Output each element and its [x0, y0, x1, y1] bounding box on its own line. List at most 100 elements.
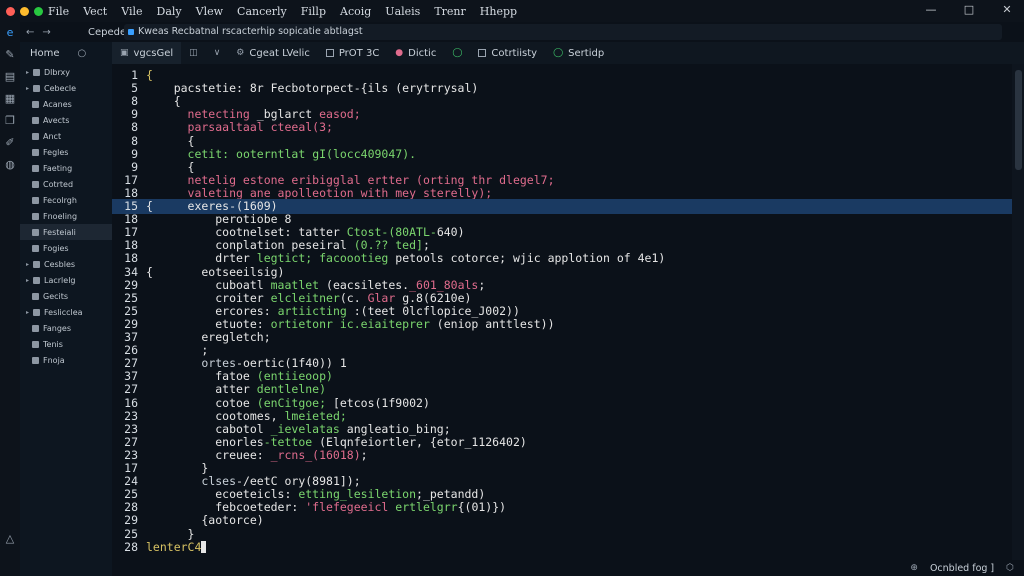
tree-item[interactable]: Faeting [20, 160, 112, 176]
editor-tab[interactable]: ▣ vgcsGel [112, 42, 182, 64]
code-token: croiter [146, 290, 271, 305]
square-icon [478, 49, 487, 57]
code-token: ooterntlat [236, 146, 306, 161]
folder-icon [33, 308, 40, 316]
menu-item-vect[interactable]: Vect [83, 5, 107, 18]
editor-tab[interactable]: Cotrtiisty [470, 42, 545, 64]
menu-item-hhepp[interactable]: Hhepp [480, 5, 517, 18]
tree-item[interactable]: Fnoja [20, 352, 112, 368]
tree-item[interactable]: Fegles [20, 144, 112, 160]
minimize-window-button[interactable] [20, 6, 29, 16]
menu-item-daly[interactable]: Daly [157, 5, 182, 18]
triangle-icon[interactable]: △ [3, 532, 17, 546]
file-icon [32, 244, 39, 252]
code-token: cootnelset: tatter [146, 225, 347, 240]
tree-item[interactable]: Festeiali [20, 224, 112, 240]
file-icon [32, 116, 39, 124]
close-window-button[interactable] [6, 6, 15, 16]
files-icon[interactable]: ❐ [3, 114, 17, 128]
tree-item[interactable]: Acanes [20, 96, 112, 112]
editor-tab[interactable]: ◫ [181, 42, 206, 64]
tree-item[interactable]: ▸ Lacrlelg [20, 272, 112, 288]
grid-icon[interactable]: ▦ [3, 92, 17, 106]
tree-item[interactable]: Fnoeling [20, 208, 112, 224]
code-token: conplation peseiral [146, 238, 354, 253]
chevron-right-icon[interactable]: ▸ [26, 85, 32, 92]
editor-tab[interactable]: ⚙ Cgeat LVelic [228, 42, 318, 64]
chevron-right-icon[interactable]: ▸ [26, 261, 32, 268]
target-icon[interactable]: ⊕ [910, 563, 918, 573]
address-bar[interactable]: Kweas Recbatnal rscacterhip sopicatie ab… [124, 24, 1002, 40]
tab-label: vgcsGel [133, 47, 174, 59]
menu-item-fillp[interactable]: Fillp [301, 5, 326, 18]
tree-item[interactable]: Gecits [20, 288, 112, 304]
tree-item[interactable]: ▸ Feslicclea [20, 304, 112, 320]
tab-label: Sertidp [568, 47, 605, 59]
settings-icon[interactable]: ⬡ [1006, 563, 1014, 573]
menu-item-vlew[interactable]: Vlew [196, 5, 223, 18]
menu-item-ualeis[interactable]: Ualeis [385, 5, 420, 18]
editor-tab[interactable]: ◯ [444, 42, 470, 64]
code-token: parsaaltaal cteeal(3; [146, 120, 333, 135]
file-icon [32, 324, 39, 332]
tree-item[interactable]: Avects [20, 112, 112, 128]
status-text[interactable]: Ocnbled fog ] [930, 563, 994, 574]
code-token: -tettoe [263, 434, 313, 449]
code-token: (entiieoop) [256, 369, 333, 384]
sidebar-header: Home ○ [20, 42, 112, 64]
code-token: enorles [146, 434, 264, 449]
menu-item-file[interactable]: File [48, 5, 69, 18]
close-icon[interactable]: ✕ [1000, 3, 1014, 16]
text-cursor [201, 541, 207, 554]
editor-tab[interactable]: ● Dictic [387, 42, 444, 64]
code-token: _ievelatas [270, 421, 340, 436]
code-line[interactable]: 28 lenterC4 [112, 540, 1012, 555]
sidebar-title: Home [30, 47, 60, 59]
tree-item[interactable]: Fecolrgh [20, 192, 112, 208]
folder-icon [33, 68, 40, 76]
code-token: pacstetie: 8r Fecbotorpect-{ils (erytrry… [146, 81, 479, 96]
tree-item[interactable]: ▸ Dlbrxy [20, 64, 112, 80]
file-icon [32, 132, 39, 140]
tree-item[interactable]: Anct [20, 128, 112, 144]
document-icon[interactable]: ▤ [3, 70, 17, 84]
editor-tab[interactable]: ∨ [206, 42, 229, 64]
tree-item-label: Cesbles [44, 259, 76, 269]
code-token: -/eetC ory(8981]); [236, 474, 361, 489]
pen-icon[interactable]: ✎ [3, 48, 17, 62]
menu-bar: File Vect Vile Daly Vlew Cancerly Fillp Acoig Ua… [48, 5, 517, 18]
chevron-right-icon[interactable]: ▸ [26, 69, 32, 76]
minimize-icon[interactable]: — [924, 3, 938, 16]
menu-item-trenr[interactable]: Trenr [434, 5, 465, 18]
menu-item-acoig[interactable]: Acoig [340, 5, 371, 18]
tree-item[interactable]: Tenis [20, 336, 112, 352]
menu-item-vile[interactable]: Vile [121, 5, 142, 18]
chevron-right-icon[interactable]: ▸ [26, 309, 32, 316]
code-editor[interactable]: 1{5 pacstetie: 8r Fecbotorpect-{ils (ery… [112, 64, 1012, 560]
chevron-right-icon[interactable]: ▸ [26, 277, 32, 284]
tree-item[interactable]: ▸ Cesbles [20, 256, 112, 272]
tree-item-label: Fogies [43, 243, 69, 253]
brush-icon[interactable]: ✐ [3, 136, 17, 150]
tree-item[interactable]: Cotrted [20, 176, 112, 192]
folder-icon [33, 276, 40, 284]
vertical-scrollbar[interactable] [1012, 64, 1024, 560]
forward-arrow-icon[interactable]: → [42, 27, 50, 38]
edge-logo-icon[interactable]: e [3, 26, 17, 40]
scrollbar-thumb[interactable] [1015, 70, 1022, 170]
back-arrow-icon[interactable]: ← [26, 27, 34, 38]
zoom-window-button[interactable] [34, 6, 43, 16]
code-text: lenterC4 [146, 540, 207, 555]
refresh-circle-icon[interactable]: ○ [78, 48, 87, 59]
menu-item-cancerly[interactable]: Cancerly [237, 5, 287, 18]
maximize-icon[interactable]: □ [962, 3, 976, 16]
editor-tab[interactable]: PrOT 3C [318, 42, 387, 64]
code-token: creuee: [146, 447, 271, 462]
tree-item[interactable]: ▸ Cebecle [20, 80, 112, 96]
tree-item[interactable]: Fogies [20, 240, 112, 256]
editor-tab[interactable]: ◯ Sertidp [545, 42, 612, 64]
tree-item[interactable]: Fanges [20, 320, 112, 336]
code-token: netecting [146, 107, 257, 122]
globe-icon[interactable]: ◍ [3, 158, 17, 172]
